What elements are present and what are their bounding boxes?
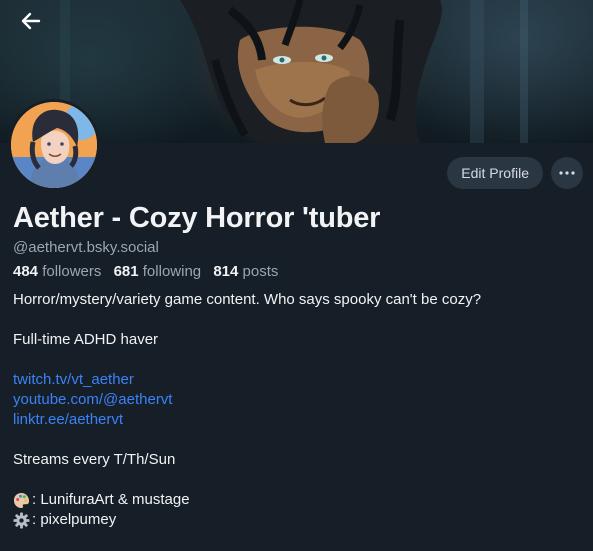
- twitch-link[interactable]: twitch.tv/vt_aether: [13, 370, 134, 390]
- posts-count: 814: [213, 263, 239, 280]
- following-count: 681: [113, 263, 139, 280]
- more-options-button[interactable]: [551, 157, 583, 189]
- posts-stat: 814 posts: [213, 263, 278, 281]
- following-stat[interactable]: 681 following: [114, 263, 202, 281]
- handle: @aethervt.bsky.social: [13, 239, 159, 256]
- art-credit: : LunifuraArt & mustage: [13, 490, 583, 510]
- bio-line: Horror/mystery/variety game content. Who…: [13, 291, 482, 308]
- profile-stats: 484 followers 681 following 814 posts: [13, 263, 583, 281]
- palette-icon: [13, 492, 30, 508]
- display-name: Aether - Cozy Horror 'tuber: [13, 202, 381, 234]
- art-credit-text: : LunifuraArt & mustage: [32, 491, 190, 508]
- linktree-link[interactable]: linktr.ee/aethervt: [13, 410, 123, 430]
- profile-actions: Edit Profile: [447, 157, 583, 189]
- rig-credit: : pixelpumey: [13, 510, 583, 530]
- rig-credit-text: : pixelpumey: [32, 511, 117, 528]
- followers-count: 484: [13, 263, 39, 280]
- followers-stat[interactable]: 484 followers: [13, 263, 101, 281]
- gear-icon: [13, 511, 30, 529]
- following-label: following: [142, 263, 202, 280]
- bio-line: Full-time ADHD haver: [13, 331, 159, 348]
- posts-label: posts: [242, 263, 279, 280]
- youtube-link[interactable]: youtube.com/@aethervt: [13, 390, 172, 410]
- profile-info: Aether - Cozy Horror 'tuber @aethervt.bs…: [13, 200, 583, 530]
- arrow-left-icon: [21, 12, 41, 30]
- ellipsis-icon: [559, 171, 575, 175]
- bio: Horror/mystery/variety game content. Who…: [13, 290, 583, 530]
- bio-line: Streams every T/Th/Sun: [13, 451, 176, 468]
- avatar-image: [11, 102, 97, 188]
- followers-label: followers: [42, 263, 102, 280]
- back-button[interactable]: [14, 6, 48, 36]
- edit-profile-button[interactable]: Edit Profile: [447, 157, 543, 189]
- avatar[interactable]: [8, 99, 100, 191]
